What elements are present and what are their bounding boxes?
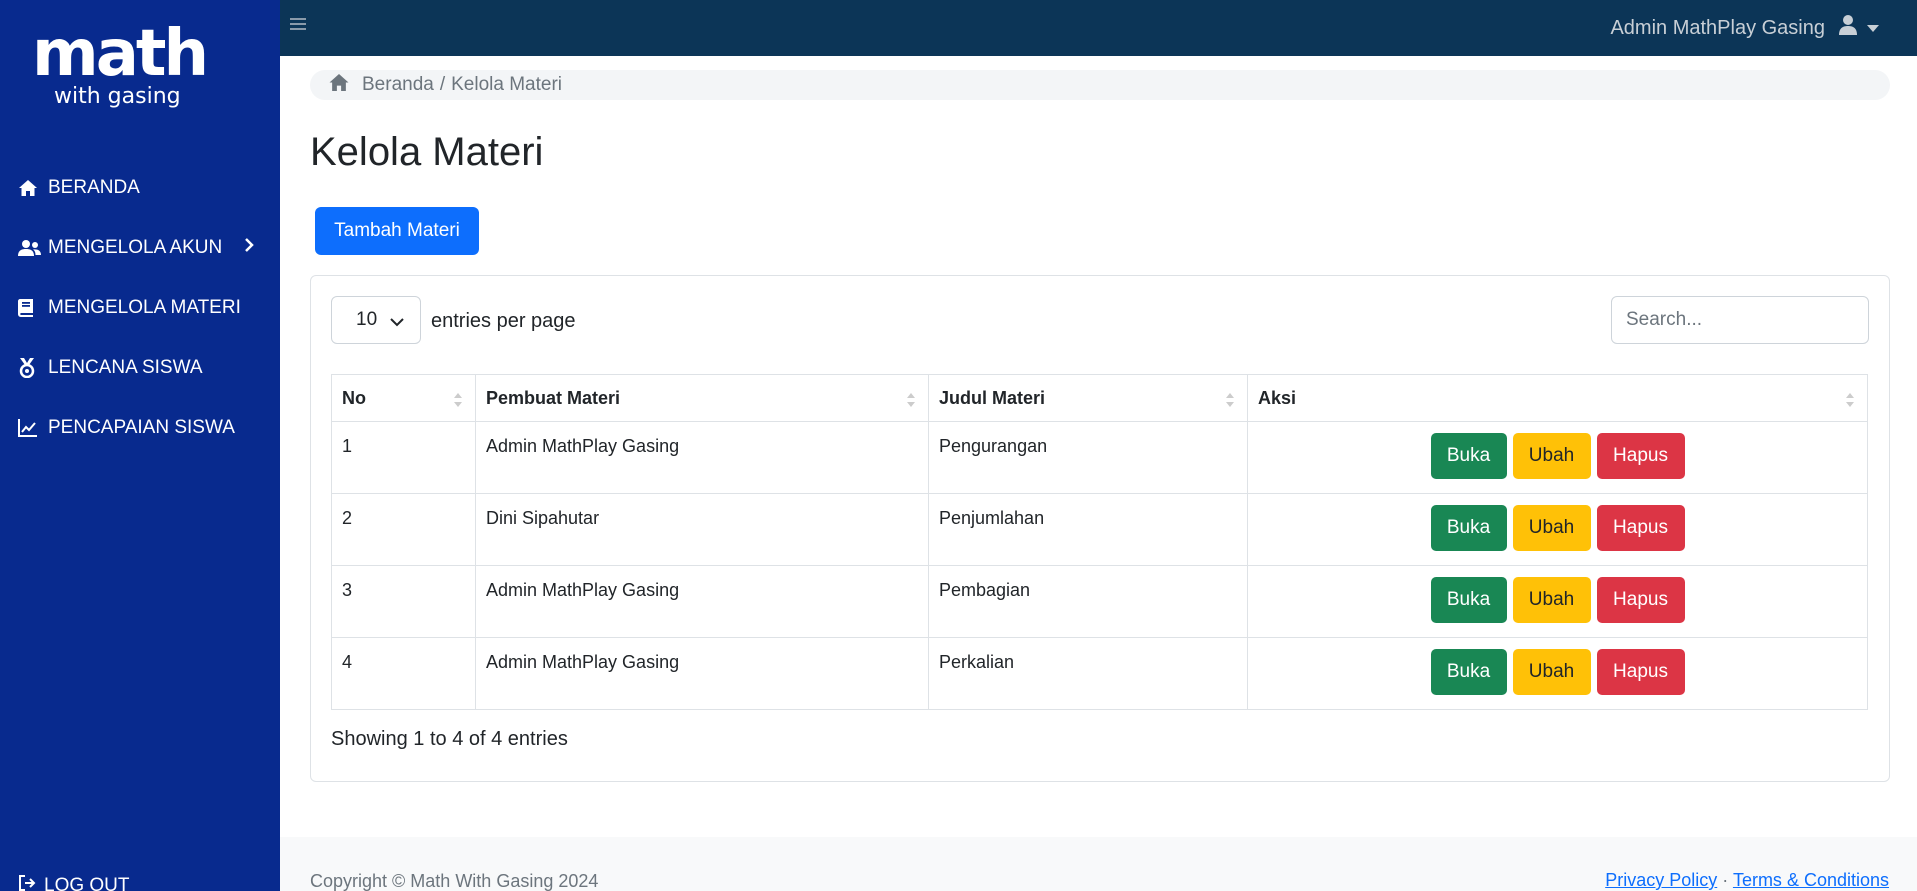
materials-card: 10 entries per page No Pembuat Materi Ju…	[310, 275, 1890, 782]
sidebar-item-label: LENCANA SISWA	[48, 357, 203, 378]
cell-pembuat: Dini Sipahutar	[475, 493, 929, 566]
table-row: 1 Admin MathPlay Gasing Pengurangan Buka…	[331, 421, 1868, 494]
delete-button[interactable]: Hapus	[1596, 505, 1685, 551]
home-icon	[18, 178, 42, 198]
logo-sub-text: with gasing	[54, 84, 181, 109]
cell-no: 3	[331, 565, 476, 638]
cell-judul: Perkalian	[928, 637, 1248, 710]
breadcrumb-separator: /	[439, 74, 446, 95]
delete-button[interactable]: Hapus	[1596, 649, 1685, 695]
add-material-button[interactable]: Tambah Materi	[315, 207, 479, 255]
logout-button[interactable]: LOG OUT	[18, 874, 130, 891]
column-header-no[interactable]: No	[331, 374, 476, 422]
entries-per-page-select[interactable]: 10	[331, 296, 421, 344]
sidebar-item-pencapaian-siswa[interactable]: PENCAPAIAN SISWA	[0, 398, 280, 458]
logout-icon	[18, 874, 36, 891]
cell-judul: Penjumlahan	[928, 493, 1248, 566]
column-header-label: Pembuat Materi	[486, 387, 621, 408]
materials-table: No Pembuat Materi Judul Materi Aksi 1 Ad…	[331, 374, 1868, 710]
sort-icon	[907, 393, 915, 407]
sidebar-item-mengelola-akun[interactable]: MENGELOLA AKUN	[0, 218, 280, 278]
cell-no: 2	[331, 493, 476, 566]
medal-icon	[18, 358, 42, 378]
footer-separator: ·	[1722, 870, 1729, 890]
edit-button[interactable]: Ubah	[1512, 577, 1591, 623]
hamburger-menu-icon[interactable]	[290, 17, 308, 35]
open-button[interactable]: Buka	[1430, 577, 1507, 623]
chevron-right-icon	[244, 237, 255, 259]
sidebar-nav: BERANDA MENGELOLA AKUN MENGELOLA MATERI …	[0, 158, 280, 458]
sidebar-item-beranda[interactable]: BERANDA	[0, 158, 280, 218]
user-icon	[1839, 15, 1857, 41]
sort-icon	[1226, 393, 1234, 407]
sidebar-item-mengelola-materi[interactable]: MENGELOLA MATERI	[0, 278, 280, 338]
cell-actions: Buka Ubah Hapus	[1247, 421, 1868, 494]
delete-button[interactable]: Hapus	[1596, 433, 1685, 479]
column-header-aksi[interactable]: Aksi	[1247, 374, 1868, 422]
cell-judul: Pengurangan	[928, 421, 1248, 494]
column-header-label: Aksi	[1258, 387, 1297, 408]
chevron-down-icon	[390, 311, 404, 333]
book-icon	[18, 298, 42, 318]
home-icon[interactable]	[328, 73, 350, 98]
topbar: Admin MathPlay Gasing	[280, 0, 1917, 56]
cell-actions: Buka Ubah Hapus	[1247, 637, 1868, 710]
cell-actions: Buka Ubah Hapus	[1247, 493, 1868, 566]
cell-no: 1	[331, 421, 476, 494]
footer-links: Privacy Policy · Terms & Conditions	[1605, 870, 1889, 891]
logout-label: LOG OUT	[44, 875, 130, 891]
breadcrumb-current: Kelola Materi	[451, 74, 563, 95]
column-header-label: Judul Materi	[939, 387, 1046, 408]
chart-line-icon	[18, 418, 42, 438]
terms-link[interactable]: Terms & Conditions	[1733, 870, 1889, 890]
table-header-row: No Pembuat Materi Judul Materi Aksi	[331, 374, 1868, 422]
cell-no: 4	[331, 637, 476, 710]
sort-icon	[1846, 393, 1854, 407]
open-button[interactable]: Buka	[1430, 649, 1507, 695]
cell-pembuat: Admin MathPlay Gasing	[475, 637, 929, 710]
cell-actions: Buka Ubah Hapus	[1247, 565, 1868, 638]
column-header-label: No	[342, 387, 366, 408]
sidebar-item-label: PENCAPAIAN SISWA	[48, 417, 235, 438]
table-row: 3 Admin MathPlay Gasing Pembagian Buka Ub…	[331, 565, 1868, 638]
entries-per-page-label: entries per page	[431, 310, 576, 332]
user-name: Admin MathPlay Gasing	[1610, 16, 1825, 39]
table-row: 4 Admin MathPlay Gasing Perkalian Buka Ub…	[331, 637, 1868, 710]
users-icon	[18, 238, 42, 258]
user-menu[interactable]: Admin MathPlay Gasing	[1610, 0, 1879, 56]
copyright-text: Copyright © Math With Gasing 2024	[310, 871, 599, 891]
sidebar-item-label: BERANDA	[48, 177, 140, 198]
column-header-judul[interactable]: Judul Materi	[928, 374, 1248, 422]
page-title: Kelola Materi	[310, 130, 544, 174]
logo[interactable]: math with gasing	[32, 22, 212, 118]
sidebar: math with gasing BERANDA MENGELOLA AKUN …	[0, 0, 280, 891]
sidebar-item-label: MENGELOLA MATERI	[48, 297, 241, 318]
column-header-pembuat[interactable]: Pembuat Materi	[475, 374, 929, 422]
caret-down-icon	[1867, 24, 1879, 32]
privacy-policy-link[interactable]: Privacy Policy	[1605, 870, 1717, 890]
logo-main-text: math	[32, 17, 209, 91]
edit-button[interactable]: Ubah	[1512, 433, 1591, 479]
entries-per-page-value: 10	[356, 309, 378, 330]
cell-pembuat: Admin MathPlay Gasing	[475, 421, 929, 494]
footer: Copyright © Math With Gasing 2024 Privac…	[280, 837, 1917, 891]
open-button[interactable]: Buka	[1430, 433, 1507, 479]
delete-button[interactable]: Hapus	[1596, 577, 1685, 623]
breadcrumb-home-link[interactable]: Beranda	[362, 74, 434, 96]
cell-judul: Pembagian	[928, 565, 1248, 638]
cell-pembuat: Admin MathPlay Gasing	[475, 565, 929, 638]
sidebar-item-lencana-siswa[interactable]: LENCANA SISWA	[0, 338, 280, 398]
table-row: 2 Dini Sipahutar Penjumlahan Buka Ubah Hap…	[331, 493, 1868, 566]
sort-icon	[454, 393, 462, 407]
edit-button[interactable]: Ubah	[1512, 649, 1591, 695]
entries-info: Showing 1 to 4 of 4 entries	[331, 728, 568, 750]
search-input[interactable]	[1611, 296, 1869, 344]
sidebar-item-label: MENGELOLA AKUN	[48, 237, 223, 258]
edit-button[interactable]: Ubah	[1512, 505, 1591, 551]
breadcrumb: Beranda / Kelola Materi	[310, 70, 1890, 100]
open-button[interactable]: Buka	[1430, 505, 1507, 551]
